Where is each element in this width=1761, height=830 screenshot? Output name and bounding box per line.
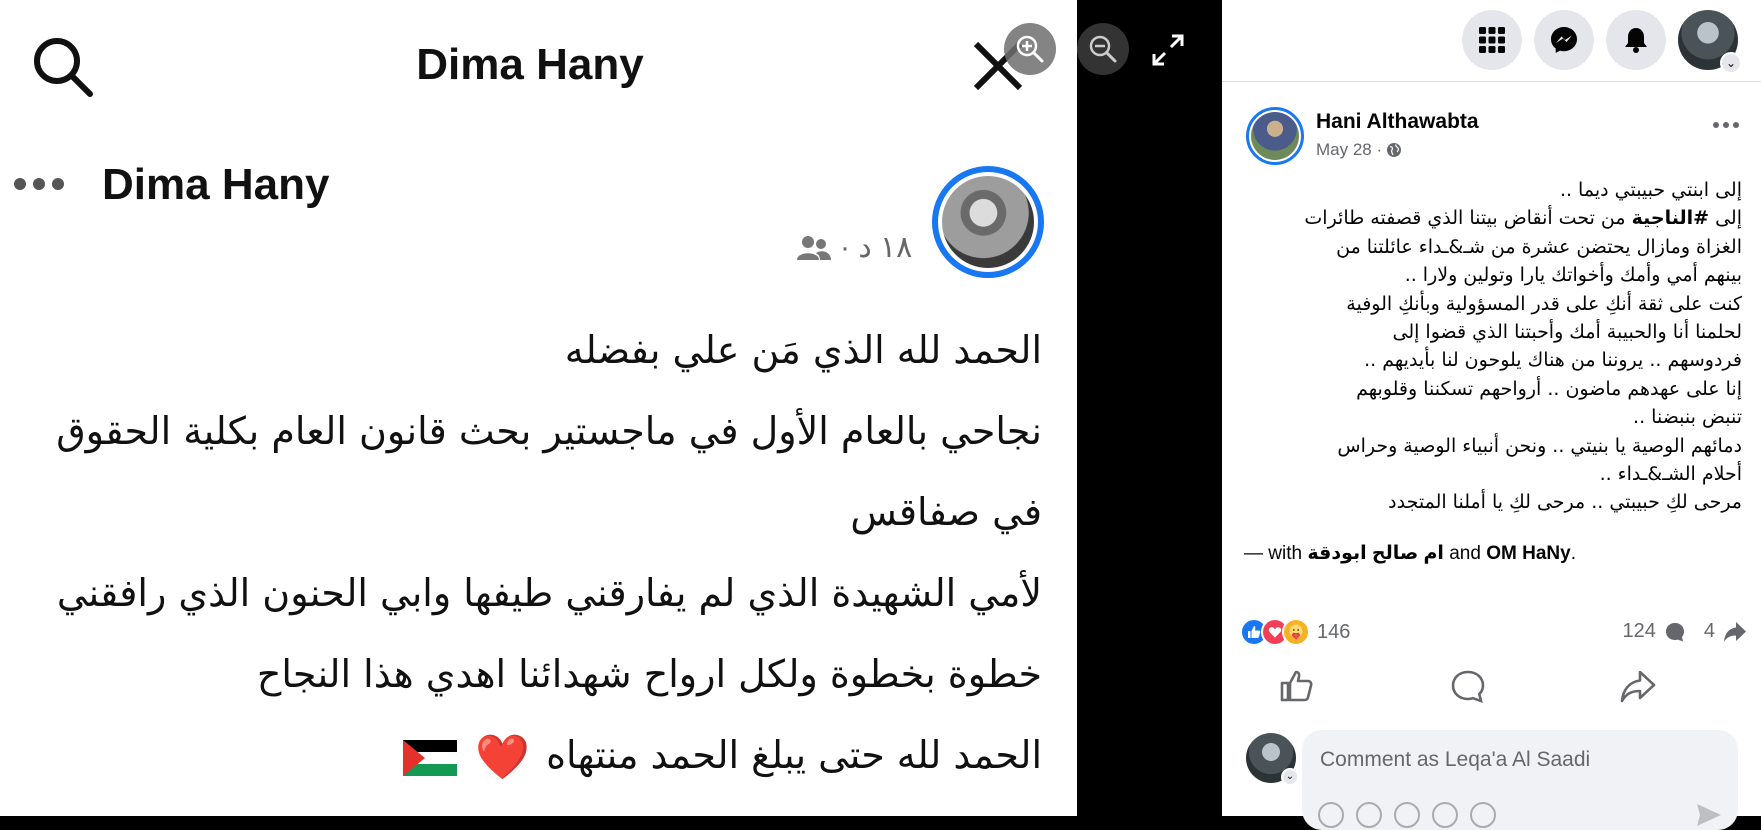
post-text-line: لحلمنا أنا والحبيبة أمك وأحبتنا الذي قضو… [1392,321,1742,344]
more-options-icon [14,178,64,190]
post-date[interactable]: May 28 · [1316,140,1402,160]
share-button-icon[interactable] [1618,668,1658,704]
zoom-in-icon [1016,35,1044,63]
commenter-avatar[interactable]: ⌄ [1246,733,1299,786]
photo-header-title: Dima Hany [416,40,644,89]
zoom-out-icon [1089,35,1117,63]
tagged-user-link[interactable]: ام صالح ابودقة [1307,543,1444,564]
post-text-line: أحلام الشـ&ـداء .. [1599,463,1742,486]
post-text-line: مرحى لكِ حبيبتي .. مرحى لكِ يا أملنا الم… [1388,491,1742,514]
post-date-text: May 28 · [1316,140,1383,159]
post-text-line: إنا على عهدهم ماضون .. أرواحهم تسكننا وق… [1356,377,1742,400]
care-reaction-icon [1282,618,1310,646]
comment-placeholder: Comment as Leqa'a Al Saadi [1320,748,1591,771]
share-count-icon [1724,621,1746,642]
zoom-in-button[interactable] [1004,23,1056,75]
post-text-line: فردوسهم .. يروننا من هناك يلوحون لنا بأي… [1364,349,1742,372]
comment-button-icon[interactable] [1448,668,1488,704]
profile-avatar-button[interactable]: ⌄ [1678,10,1742,74]
photo-author-name: Dima Hany [102,160,330,209]
messenger-button[interactable] [1534,10,1594,70]
photo-image: Dima Hany Dima Hany ١٨ د · الحمد لله الذ… [0,0,1077,816]
tagged-user-link[interactable]: OM HaNy [1486,543,1570,564]
chevron-down-icon: ⌄ [1281,768,1299,786]
post-text-line: تنبض بنبضنا .. [1633,406,1742,429]
gif-icon[interactable] [1432,802,1458,828]
post-text-line: الغزاة ومازال يحتضن عشرة من شـ&ـداء عائل… [1336,235,1742,258]
like-button-icon[interactable] [1278,668,1318,704]
comment-input[interactable]: Comment as Leqa'a Al Saadi [1302,730,1738,830]
photo-viewer: Dima Hany Dima Hany ١٨ د · الحمد لله الذ… [0,0,1222,816]
photo-text-line: في صفاقس [850,490,1042,534]
engagement-counts: 124 4 [1623,620,1748,643]
post-author-avatar[interactable] [1246,107,1304,165]
reactions-summary[interactable]: 146 [1240,618,1350,646]
photo-text-line: نجاحي بالعام الأول في ماجستير بحث قانون … [56,409,1042,453]
top-navigation-bar: ⌄ [1222,0,1761,82]
zoom-out-button[interactable] [1077,23,1129,75]
post-text: إلى ابنتي حبيبتي ديما .. إلى #الناجية من… [1246,176,1742,517]
post-text-line: بينهم أمي وأمك وأخواتك يارا وتولين ولارا… [1404,264,1742,287]
heart-emoji: ❤️ [475,732,531,783]
photo-post-meta: ١٨ د · [796,230,912,265]
tagged-with-line: — with ام صالح ابودقة and OM HaNy. [1244,543,1576,564]
photo-author-avatar [932,166,1044,278]
camera-icon[interactable] [1394,802,1420,828]
notifications-button[interactable] [1606,10,1666,70]
grid-menu-icon [1479,27,1505,53]
globe-icon [1387,143,1402,157]
shares-count[interactable]: 4 [1704,620,1715,643]
hashtag-link[interactable]: #الناجية [1632,207,1709,229]
photo-text-line-last: الحمد لله حتى يبلغ الحمد منتهاه ❤️ [12,715,1042,796]
send-icon[interactable] [1694,800,1724,830]
post-side-panel: ⌄ Hani Althawabta May 28 · إلى ابنتي حبي… [1222,0,1761,830]
sticker-icon[interactable] [1470,802,1496,828]
avatar-sticker-icon[interactable] [1318,802,1344,828]
photo-text-block: الحمد لله الذي مَن علي بفضله نجاحي بالعا… [12,310,1042,796]
comment-tools [1318,802,1496,828]
friends-icon [797,235,831,260]
post-text-line: دمائهم الوصية يا بنيتي .. ونحن أنبياء ال… [1337,434,1742,457]
photo-text-line: خطوة بخطوة ولكل ارواح شهدائنا اهدي هذا ا… [256,652,1042,696]
emoji-icon[interactable] [1356,802,1382,828]
post-text-line: كنت على ثقة أنكِ على قدر المسؤولية وبأنك… [1346,292,1742,315]
post-actions-bar [1222,660,1761,708]
photo-text-line: الحمد لله حتى يبلغ الحمد منتهاه [546,733,1042,777]
fullscreen-icon[interactable] [1148,30,1188,70]
photo-post-time: ١٨ د · [840,231,913,264]
comment-count-icon [1665,622,1684,641]
photo-text-line: الحمد لله الذي مَن علي بفضله [564,328,1042,372]
menu-button[interactable] [1462,10,1522,70]
chevron-down-icon: ⌄ [1720,52,1742,74]
bell-icon [1625,28,1647,53]
post-author-name[interactable]: Hani Althawabta [1316,110,1479,134]
search-icon [34,38,93,97]
post-text-line: إلى ابنتي حبيبتي ديما .. [1559,179,1742,201]
post-text-line: إلى #الناجية من تحت أنقاض بيتنا الذي قصف… [1304,207,1742,230]
photo-text-line: لأمي الشهيدة الذي لم يفارقني طيفها وابي … [56,571,1042,615]
post-more-options-icon[interactable] [1713,122,1739,128]
reactions-count: 146 [1317,620,1351,643]
messenger-icon [1551,27,1577,53]
comments-count[interactable]: 124 [1623,620,1656,643]
palestine-flag-icon [403,739,458,776]
